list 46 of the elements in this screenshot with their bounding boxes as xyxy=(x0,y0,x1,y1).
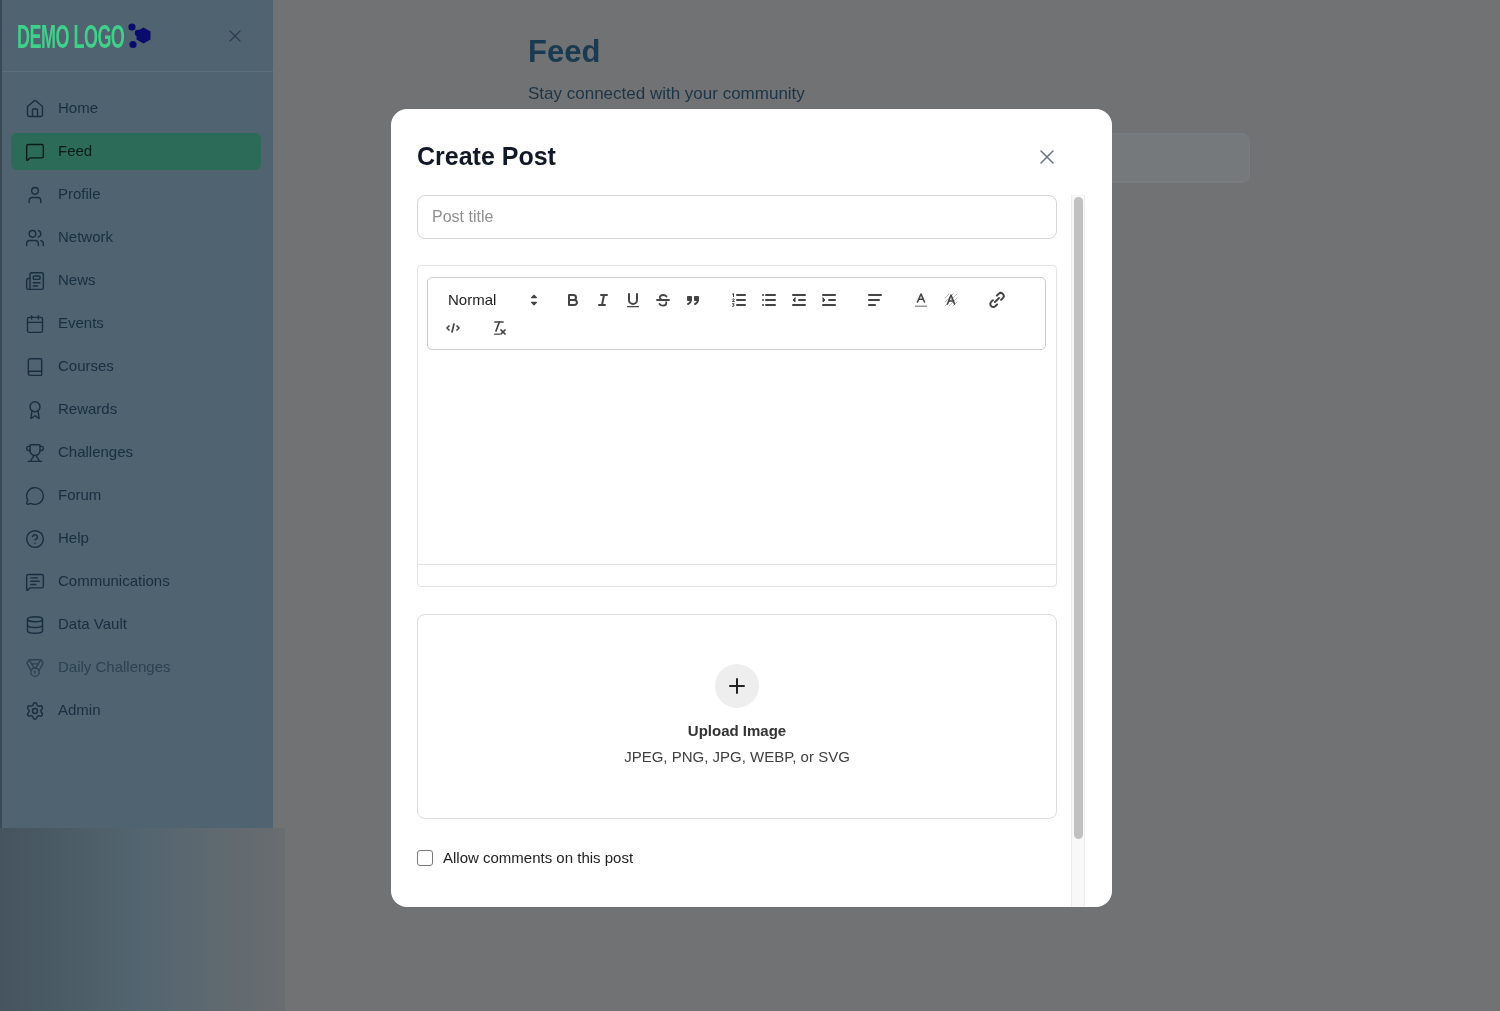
text-color-icon[interactable] xyxy=(912,291,930,309)
dialog-title: Create Post xyxy=(417,141,556,173)
underline-icon[interactable] xyxy=(624,291,642,309)
strikethrough-icon[interactable] xyxy=(654,291,672,309)
nav-item[interactable]: Feed xyxy=(11,133,261,170)
nav-item[interactable]: Admin xyxy=(11,692,261,729)
align-left-icon[interactable] xyxy=(866,291,884,309)
logo-hexagons-icon xyxy=(127,22,152,49)
home-icon xyxy=(25,98,45,119)
database-icon xyxy=(25,614,45,635)
link-icon[interactable] xyxy=(988,291,1006,309)
people-icon xyxy=(25,227,45,248)
nav-item[interactable]: Challenges xyxy=(11,434,261,471)
medal-icon xyxy=(25,657,45,678)
calendar-icon xyxy=(25,313,45,334)
rich-text-editor[interactable]: Normal xyxy=(417,265,1057,587)
title-input[interactable]: Post title xyxy=(417,195,1057,239)
scrollbar-thumb[interactable] xyxy=(1073,197,1083,839)
trophy-icon xyxy=(25,442,45,463)
up-down-arrows-icon[interactable] xyxy=(528,294,540,306)
nav-item[interactable]: Data Vault xyxy=(11,606,261,643)
scrollbar[interactable] xyxy=(1071,195,1085,907)
person-icon xyxy=(25,184,45,205)
nav-item[interactable]: Rewards xyxy=(11,391,261,428)
upload-label: Upload Image xyxy=(687,721,787,741)
indent-icon[interactable] xyxy=(820,291,838,309)
message-lines-icon xyxy=(25,571,45,592)
checkbox[interactable] xyxy=(417,850,433,866)
upload-hint: JPEG, PNG, JPG, WEBP, or SVG xyxy=(624,747,850,767)
numbered-list-icon[interactable] xyxy=(730,291,748,309)
newspaper-icon xyxy=(25,270,45,291)
plus-icon[interactable] xyxy=(715,664,759,708)
chat-bubble-icon xyxy=(25,141,45,162)
outdent-icon[interactable] xyxy=(790,291,808,309)
bullet-list-icon[interactable] xyxy=(760,291,778,309)
checkbox-label: Allow comments on this post xyxy=(443,848,634,868)
logo-text: DEMO LOGO xyxy=(17,18,125,53)
book-icon xyxy=(25,356,45,377)
speech-bubble-icon xyxy=(25,485,45,506)
page-title: Feed xyxy=(528,34,602,70)
page-subtitle: Stay connected with your community xyxy=(528,83,806,105)
help-icon xyxy=(25,528,45,549)
format-select[interactable]: Normal xyxy=(438,288,542,312)
highlight-icon[interactable] xyxy=(942,291,960,309)
upload-dropzone[interactable]: Upload Image JPEG, PNG, JPG, WEBP, or SVG xyxy=(417,614,1057,819)
settings-icon xyxy=(25,700,45,721)
